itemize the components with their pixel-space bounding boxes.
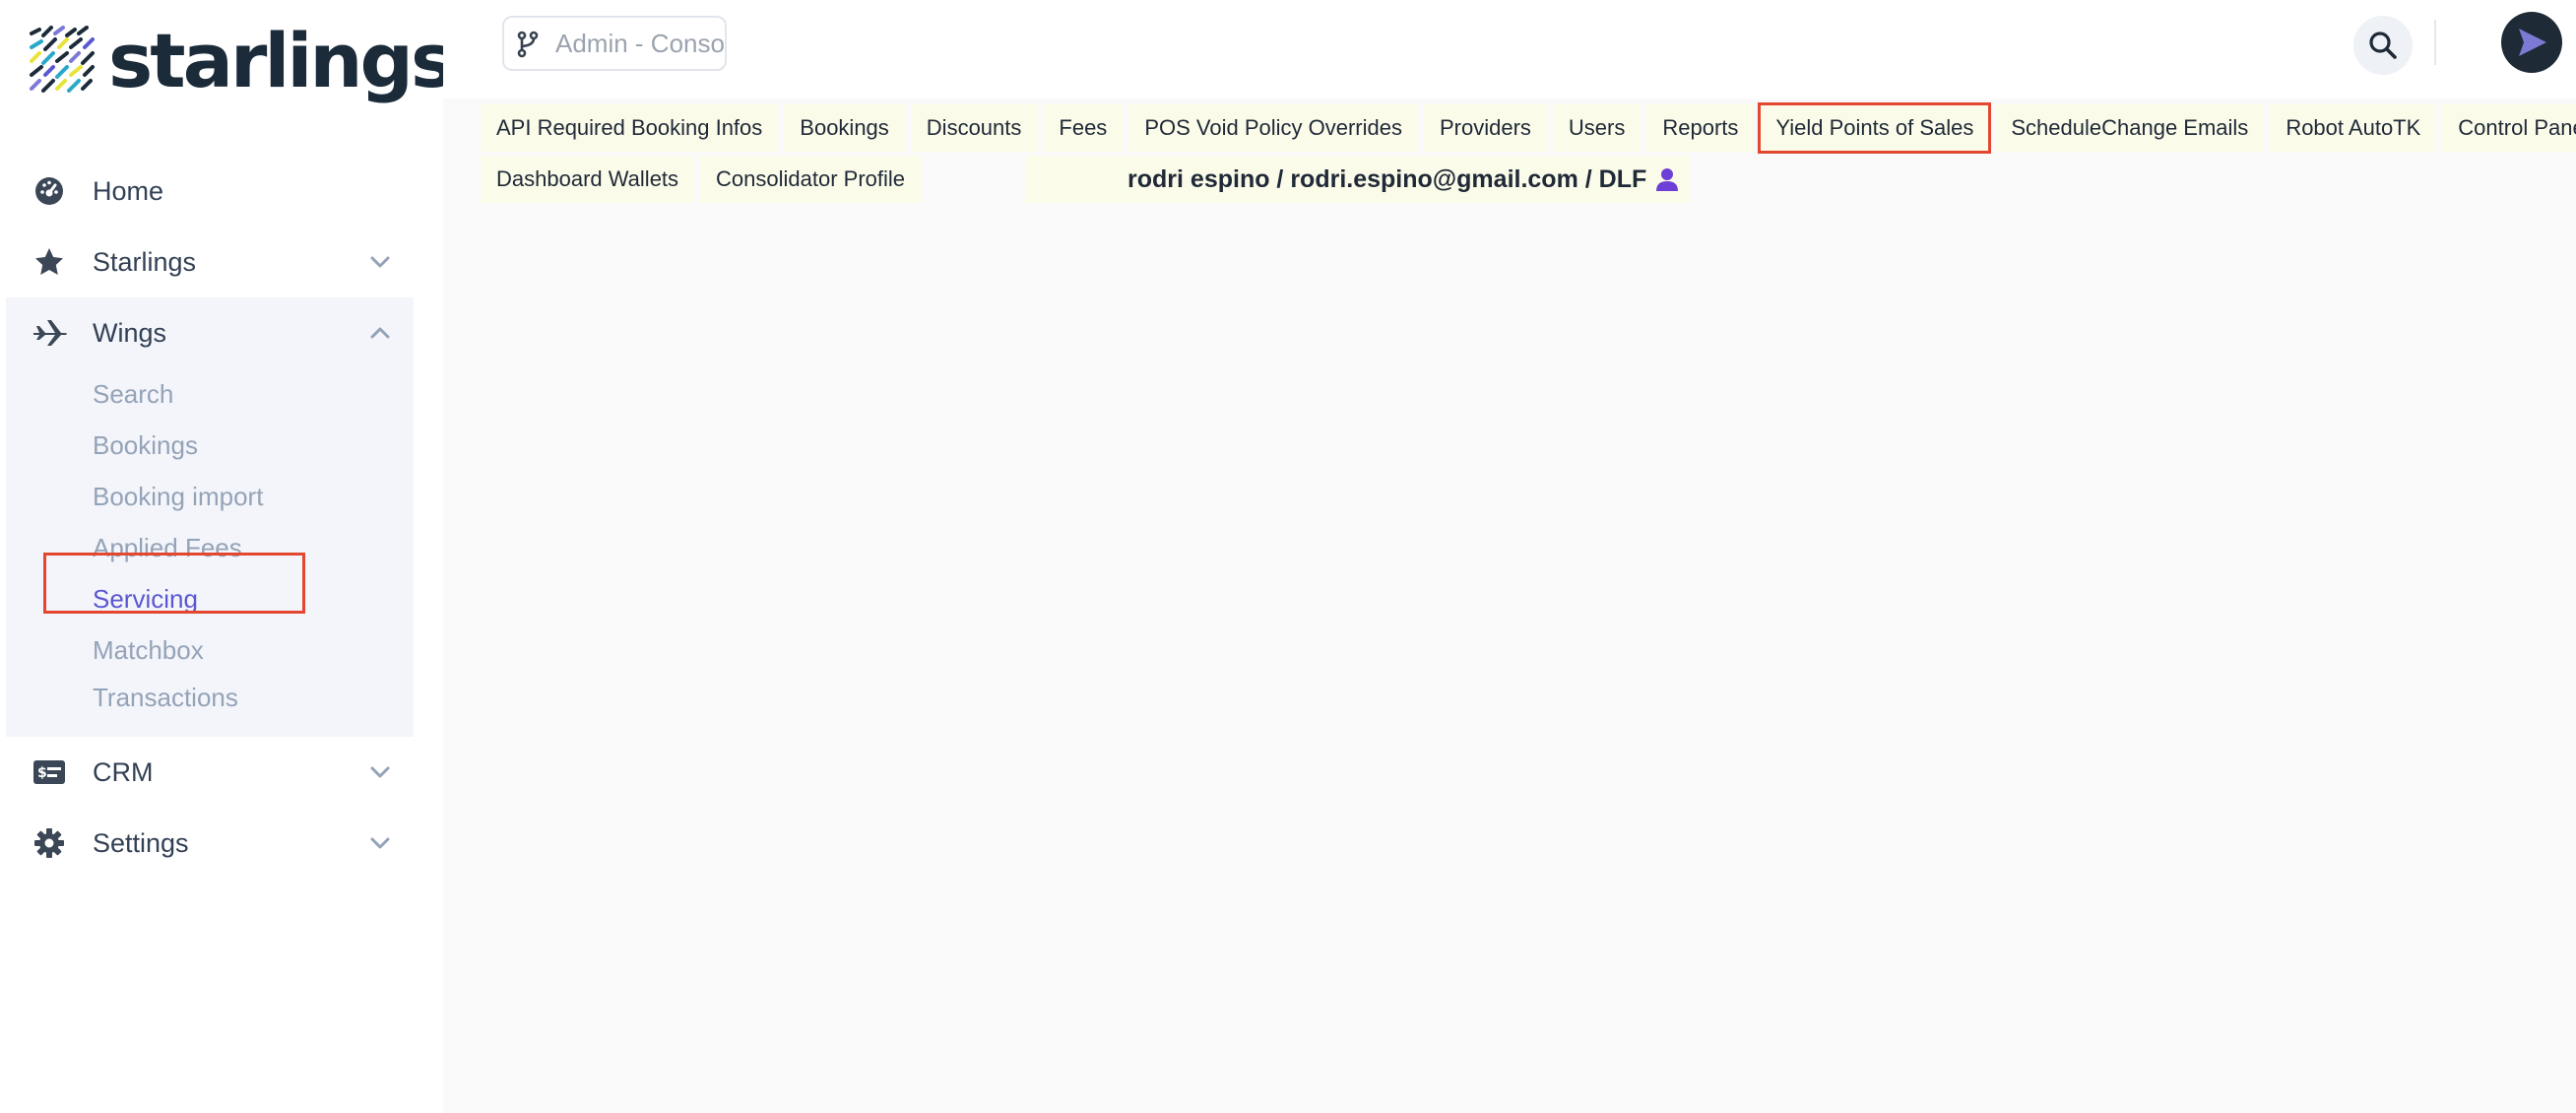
app-switcher-label: Admin - Consoli... (555, 28, 725, 58)
chevron-down-icon (370, 766, 390, 778)
chevron-up-icon (370, 327, 390, 339)
sidebar-subitem-applied-fees[interactable]: Applied Fees (6, 522, 414, 573)
user-icon (1656, 168, 1679, 191)
money-card-icon: $ (32, 754, 67, 790)
sidebar-item-label: Wings (93, 317, 167, 348)
tab-robot-autotk[interactable]: Robot AutoTK (2270, 104, 2437, 152)
chevron-down-icon (370, 837, 390, 849)
tab-dashboard-wallets[interactable]: Dashboard Wallets (481, 156, 695, 203)
tab-bookings[interactable]: Bookings (784, 104, 905, 152)
sidebar-item-starlings[interactable]: Starlings (0, 227, 443, 297)
tab-discounts[interactable]: Discounts (910, 104, 1038, 152)
tab-schedulechange-emails[interactable]: ScheduleChange Emails (1995, 104, 2265, 152)
sidebar-item-label: Home (93, 175, 164, 206)
sidebar-subitem-search[interactable]: Search (6, 368, 414, 420)
sidebar-item-label: CRM (93, 756, 154, 787)
sidebar-group-wings: Wings Search Bookings Booking import App… (6, 297, 414, 737)
tab-yield-points-of-sales[interactable]: Yield Points of Sales (1758, 102, 1992, 154)
starlings-logo-mark-icon (30, 26, 95, 93)
sidebar-subitem-transactions[interactable]: Transactions (6, 676, 414, 719)
user-avatar-button[interactable] (2501, 12, 2562, 73)
dashboard-gauge-icon (32, 173, 67, 209)
tab-reports[interactable]: Reports (1646, 104, 1755, 152)
tab-users[interactable]: Users (1552, 104, 1642, 152)
tab-row-secondary: Dashboard Wallets Consolidator Profile r… (481, 156, 1691, 203)
tab-fees[interactable]: Fees (1043, 104, 1124, 152)
svg-text:$: $ (37, 765, 47, 781)
sidebar-subitem-bookings[interactable]: Bookings (6, 420, 414, 471)
tab-api-required-booking-infos[interactable]: API Required Booking Infos (481, 104, 779, 152)
search-button[interactable] (2353, 16, 2413, 75)
current-user-info: rodri espino / rodri.espino@gmail.com / … (1025, 156, 1691, 203)
star-icon (32, 244, 67, 280)
sidebar: starlings Home Starlings Wings Search Bo… (0, 0, 455, 1113)
brand-name: starlings (108, 17, 455, 104)
airplane-icon (32, 315, 67, 351)
sidebar-item-crm[interactable]: $ CRM (0, 737, 443, 808)
tab-providers[interactable]: Providers (1423, 104, 1547, 152)
sidebar-subitem-matchbox[interactable]: Matchbox (6, 624, 414, 676)
main-content: API Required Booking Infos Bookings Disc… (443, 98, 2576, 1113)
sidebar-nav: Home Starlings Wings Search Bookings Boo… (0, 156, 443, 879)
brand-logo[interactable]: starlings (28, 16, 455, 106)
sidebar-item-label: Starlings (93, 246, 197, 277)
sidebar-subitem-booking-import[interactable]: Booking import (6, 471, 414, 522)
sidebar-item-home[interactable]: Home (0, 156, 443, 227)
app-switcher-button[interactable]: Admin - Consoli... (502, 16, 727, 71)
tab-row-primary: API Required Booking Infos Bookings Disc… (481, 102, 2576, 154)
tab-consolidator-profile[interactable]: Consolidator Profile (700, 156, 922, 203)
top-bar: Admin - Consoli... (443, 0, 2576, 98)
send-arrow-icon (2519, 29, 2546, 56)
topbar-divider (2434, 20, 2436, 65)
search-icon (2369, 32, 2397, 59)
gear-icon (32, 825, 67, 861)
tab-pos-void-policy-overrides[interactable]: POS Void Policy Overrides (1128, 104, 1418, 152)
branch-fork-icon (517, 31, 539, 58)
sidebar-item-settings[interactable]: Settings (0, 808, 443, 879)
tab-control-panel[interactable]: Control Panel (2442, 104, 2576, 152)
sidebar-subitem-servicing[interactable]: Servicing (6, 573, 414, 624)
current-user-text: rodri espino / rodri.espino@gmail.com / … (1127, 164, 1647, 193)
sidebar-item-wings[interactable]: Wings (6, 297, 414, 368)
chevron-down-icon (370, 256, 390, 268)
sidebar-item-label: Settings (93, 827, 189, 858)
